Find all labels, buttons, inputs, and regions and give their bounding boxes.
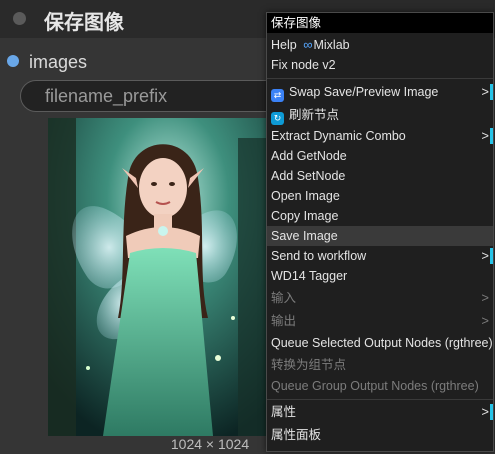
menu-item-label: Open Image — [271, 189, 340, 203]
menu-item-label: Queue Group Output Nodes (rgthree) — [271, 379, 479, 393]
menu-item-add-setnode[interactable]: Add SetNode — [267, 166, 493, 186]
filename-prefix-widget[interactable]: filename_prefix — [20, 80, 290, 112]
menu-item-help-label: Help — [271, 38, 297, 52]
menu-item-extract-dynamic-combo[interactable]: Extract Dynamic Combo > — [267, 126, 493, 146]
context-menu: 保存图像 Help ∞Mixlab Fix node v2 ⇄ Swap Save… — [266, 12, 494, 452]
menu-item-refresh-node[interactable]: ↻ 刷新节点 — [267, 105, 493, 125]
menu-item-label: WD14 Tagger — [271, 269, 348, 283]
menu-separator — [267, 78, 493, 79]
submenu-arrow-icon: > — [481, 313, 489, 328]
submenu-arrow-icon: > — [481, 84, 489, 99]
input-slot-dot[interactable] — [7, 55, 19, 67]
menu-item-label: Save Image — [271, 229, 338, 243]
menu-item-label: Swap Save/Preview Image — [289, 85, 439, 99]
menu-item-wd14-tagger[interactable]: WD14 Tagger — [267, 266, 493, 286]
menu-item-help[interactable]: Help ∞Mixlab — [267, 35, 493, 55]
filename-prefix-value: filename_prefix — [45, 86, 168, 106]
menu-item-copy-image[interactable]: Copy Image — [267, 206, 493, 226]
menu-item-open-image[interactable]: Open Image — [267, 186, 493, 206]
menu-item-queue-group-output: Queue Group Output Nodes (rgthree) — [267, 376, 493, 396]
menu-item-swap-save-preview[interactable]: ⇄ Swap Save/Preview Image > — [267, 82, 493, 102]
image-preview[interactable] — [48, 118, 266, 436]
submenu-arrow-icon: > — [481, 248, 489, 263]
menu-item-label: 转换为组节点 — [271, 358, 347, 372]
menu-item-label: Extract Dynamic Combo — [271, 129, 406, 143]
submenu-indicator — [490, 84, 493, 100]
infinity-icon: ∞ — [303, 37, 313, 52]
node-title: 保存图像 — [44, 10, 124, 34]
submenu-arrow-icon: > — [481, 128, 489, 143]
menu-item-inputs: 输入 > — [267, 288, 493, 308]
refresh-icon: ↻ — [271, 112, 284, 125]
submenu-indicator — [490, 404, 493, 420]
menu-item-save-image[interactable]: Save Image — [267, 226, 493, 246]
menu-item-label: Add GetNode — [271, 149, 347, 163]
menu-item-label: Queue Selected Output Nodes (rgthree) — [271, 336, 493, 350]
menu-item-outputs: 输出 > — [267, 311, 493, 331]
fairy-image — [48, 118, 266, 436]
menu-item-label: Copy Image — [271, 209, 339, 223]
menu-separator — [267, 399, 493, 400]
menu-item-label: 刷新节点 — [289, 108, 340, 122]
menu-item-queue-selected-output[interactable]: Queue Selected Output Nodes (rgthree) — [267, 333, 493, 353]
menu-item-label: Fix node v2 — [271, 58, 336, 72]
menu-item-label: 输出 — [271, 314, 297, 328]
menu-item-label: 属性 — [271, 405, 297, 419]
menu-item-label: Add SetNode — [271, 169, 346, 183]
menu-item-convert-to-group-node: 转换为组节点 — [267, 355, 493, 375]
menu-item-fix-node[interactable]: Fix node v2 — [267, 55, 493, 75]
menu-item-help-brand: Mixlab — [313, 38, 350, 52]
submenu-indicator — [490, 128, 493, 144]
menu-item-properties[interactable]: 属性 > — [267, 402, 493, 422]
menu-item-add-getnode[interactable]: Add GetNode — [267, 146, 493, 166]
menu-item-label: 属性面板 — [271, 428, 322, 442]
submenu-indicator — [490, 248, 493, 264]
swap-icon: ⇄ — [271, 89, 284, 102]
menu-item-label: Send to workflow — [271, 249, 367, 263]
menu-item-send-to-workflow[interactable]: Send to workflow > — [267, 246, 493, 266]
context-menu-title: 保存图像 — [267, 13, 493, 33]
menu-item-properties-panel[interactable]: 属性面板 — [267, 425, 493, 445]
submenu-arrow-icon: > — [481, 404, 489, 419]
node-collapse-dot[interactable] — [13, 12, 26, 25]
submenu-arrow-icon: > — [481, 290, 489, 305]
input-slot-label: images — [29, 52, 88, 72]
menu-item-label: 输入 — [271, 291, 297, 305]
